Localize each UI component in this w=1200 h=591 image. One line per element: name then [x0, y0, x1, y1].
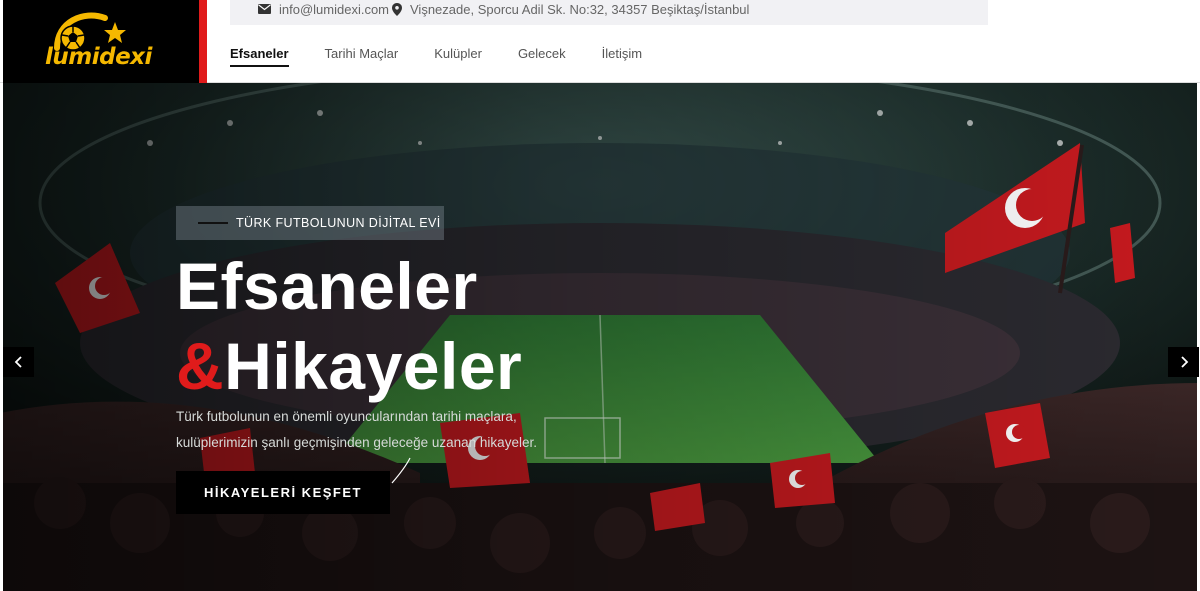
map-pin-icon: [392, 2, 402, 16]
logo[interactable]: lumidexi: [43, 8, 173, 72]
site-header: lumidexi info@lumidexi.com Vişnezade, Sp…: [0, 0, 1200, 83]
chevron-right-icon: [1180, 356, 1188, 368]
nav-item-kulupler[interactable]: Kulüpler: [434, 46, 482, 67]
address-text: Vişnezade, Sporcu Adil Sk. No:32, 34357 …: [410, 1, 750, 17]
explore-stories-button[interactable]: HİKAYELERİ KEŞFET: [176, 471, 390, 514]
topbar-email[interactable]: info@lumidexi.com: [258, 0, 389, 18]
nav-item-tarihi-maclar[interactable]: Tarihi Maçlar: [325, 46, 399, 67]
nav-item-gelecek[interactable]: Gelecek: [518, 46, 566, 67]
hero-left-edge: [0, 83, 3, 591]
hero-badge: TÜRK FUTBOLUNUN DİJİTAL EVİ: [176, 206, 444, 240]
logo-container[interactable]: lumidexi: [3, 0, 203, 83]
hero-description: Türk futbolunun en önemli oyuncularından…: [176, 409, 537, 450]
envelope-icon: [258, 4, 271, 14]
hero-title-line1: Efsaneler: [176, 249, 478, 323]
contact-topbar: info@lumidexi.com Vişnezade, Sporcu Adil…: [230, 0, 988, 25]
chevron-left-icon: [14, 356, 22, 368]
email-text: info@lumidexi.com: [279, 1, 390, 17]
logo-accent-bar: [199, 0, 207, 83]
nav-item-efsaneler[interactable]: Efsaneler: [230, 46, 289, 67]
main-nav: Efsaneler Tarihi Maçlar Kulüpler Gelecek…: [230, 46, 678, 67]
badge-text: TÜRK FUTBOLUNUN DİJİTAL EVİ: [236, 216, 441, 230]
topbar-address: Vişnezade, Sporcu Adil Sk. No:32, 34357 …: [392, 0, 749, 18]
logo-wordmark: lumidexi: [45, 44, 152, 70]
slider-next-button[interactable]: [1168, 347, 1199, 377]
nav-item-iletisim[interactable]: İletişim: [602, 46, 642, 67]
hero-title-line2: &Hikayeler: [176, 333, 522, 399]
hero-title-ampersand: &: [176, 329, 225, 403]
slider-prev-button[interactable]: [3, 347, 34, 377]
hero-title-word: Hikayeler: [224, 329, 523, 403]
badge-line: [198, 222, 228, 224]
